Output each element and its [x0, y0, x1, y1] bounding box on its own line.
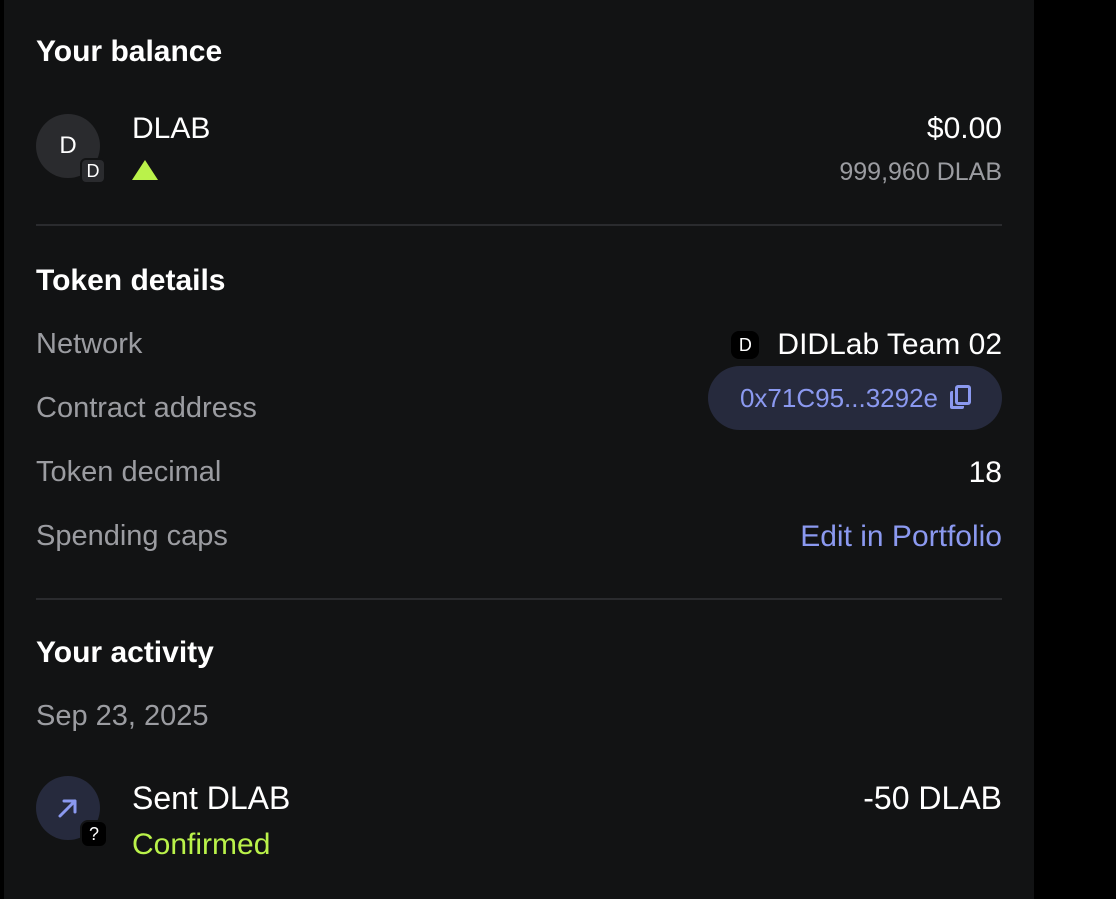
network-icon: D — [731, 331, 760, 359]
contract-address-value: 0x71C95...3292e — [739, 382, 938, 413]
network-value: DIDLab Team 02 — [777, 328, 1002, 361]
contract-label: Contract address — [36, 392, 257, 424]
contract-row: Contract address 0x71C95...3292e — [36, 366, 1002, 432]
triangle-up-icon — [132, 160, 158, 180]
divider — [36, 598, 1002, 600]
edit-in-portfolio-link[interactable]: Edit in Portfolio — [800, 520, 1002, 554]
question-badge: ? — [80, 820, 108, 848]
tx-amount: -50 DLAB — [863, 780, 1002, 816]
tx-title: Sent DLAB — [132, 780, 291, 816]
decimal-value: 18 — [968, 456, 1002, 489]
activity-date: Sep 23, 2025 — [36, 700, 209, 732]
decimal-label: Token decimal — [36, 456, 222, 488]
divider — [36, 224, 1002, 226]
balance-section-title: Your balance — [36, 35, 223, 68]
arrow-up-right-icon — [58, 799, 77, 818]
token-balance-row[interactable]: D D DLAB $0.00 999,960 DLAB — [36, 112, 1002, 186]
network-row: Network D DIDLab Team 02 — [36, 328, 1002, 368]
token-detail-panel: Your balance D D DLAB $0.00 999,960 DLAB… — [4, 0, 1034, 899]
token-avatar-letter: D — [59, 132, 77, 159]
activity-section-title: Your activity — [36, 636, 214, 669]
copy-icon[interactable] — [950, 385, 972, 411]
spending-label: Spending caps — [36, 520, 228, 552]
activity-item[interactable]: ? Sent DLAB Confirmed -50 DLAB — [36, 776, 1002, 866]
network-label: Network — [36, 328, 143, 360]
contract-address-button[interactable]: 0x71C95...3292e — [707, 366, 1002, 430]
spending-row: Spending caps Edit in Portfolio — [36, 520, 1002, 560]
fiat-balance: $0.00 — [926, 112, 1002, 145]
token-amount: 999,960 DLAB — [839, 158, 1002, 186]
tx-status: Confirmed — [132, 828, 271, 861]
token-name: DLAB — [132, 112, 211, 145]
network-badge: D — [80, 158, 106, 184]
token-details-title: Token details — [36, 264, 226, 297]
network-value-wrap: D DIDLab Team 02 — [731, 328, 1002, 362]
decimal-row: Token decimal 18 — [36, 456, 1002, 496]
